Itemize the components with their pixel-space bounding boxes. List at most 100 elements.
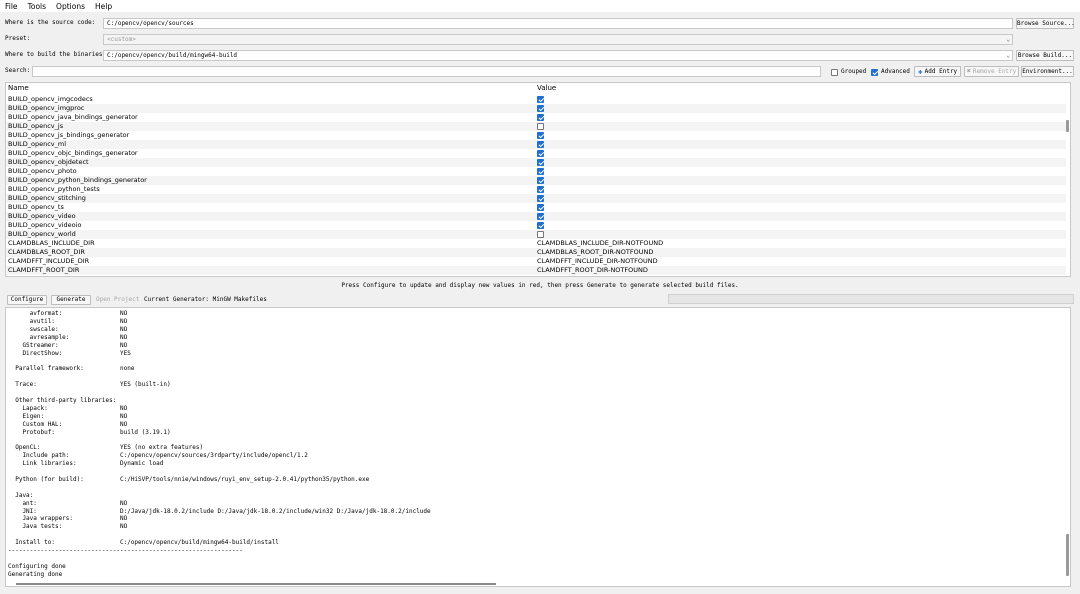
output-horizontal-scrollbar[interactable]	[16, 583, 496, 585]
remove-icon: ✖	[966, 67, 971, 75]
value-checkbox[interactable]	[537, 168, 544, 175]
row-name: BUILD_opencv_objdetect	[8, 158, 89, 166]
value-checkbox[interactable]	[537, 204, 544, 211]
browse-build-button[interactable]: Browse Build...	[1016, 50, 1074, 61]
grouped-checkbox-box[interactable]	[831, 68, 838, 76]
table-row[interactable]: BUILD_opencv_objdetect	[6, 158, 1066, 167]
configure-button[interactable]: Configure	[7, 295, 47, 305]
row-name: BUILD_opencv_python_bindings_generator	[8, 176, 147, 184]
value-checkbox[interactable]	[537, 105, 544, 112]
build-path-field[interactable]: C:/opencv/opencv/build/mingw64-build ⌄	[103, 50, 1013, 61]
table-row[interactable]: BUILD_opencv_video	[6, 212, 1066, 221]
output-line: ant: NO	[8, 499, 128, 507]
table-row[interactable]: BUILD_opencv_java_bindings_generator	[6, 113, 1066, 122]
value-checkbox[interactable]	[537, 123, 544, 130]
row-name: BUILD_opencv_world	[8, 230, 76, 238]
table-row[interactable]: BUILD_opencv_python_bindings_generator	[6, 176, 1066, 185]
search-input[interactable]	[32, 66, 821, 77]
output-line: Lapack: NO	[8, 404, 128, 412]
output-line: Python (for build): C:/HiSVP/tools/nnie/…	[8, 475, 370, 483]
column-header-name[interactable]: Name	[8, 83, 29, 93]
value-checkbox[interactable]	[537, 141, 544, 148]
table-row[interactable]: BUILD_opencv_imgproc	[6, 104, 1066, 113]
remove-entry-button[interactable]: ✖ Remove Entry	[964, 66, 1019, 77]
output-line: avutil: NO	[8, 317, 128, 325]
output-line: Eigen: NO	[8, 412, 128, 420]
output-line: Link libraries: Dynamic load	[8, 460, 164, 468]
table-scrollbar[interactable]	[1066, 120, 1069, 132]
row-value[interactable]: CLAMDFFT_INCLUDE_DIR-NOTFOUND	[537, 257, 658, 266]
table-row[interactable]: BUILD_opencv_js_bindings_generator	[6, 131, 1066, 140]
row-value[interactable]: CLAMDFFT_ROOT_DIR-NOTFOUND	[537, 266, 648, 275]
environment-button[interactable]: Environment...	[1021, 66, 1074, 77]
row-name: BUILD_opencv_photo	[8, 167, 77, 175]
chevron-down-icon: ⌄	[1006, 36, 1010, 43]
source-path-field[interactable]: C:/opencv/opencv/sources	[103, 18, 1013, 29]
value-checkbox[interactable]	[537, 222, 544, 229]
build-label: Where to build the binaries:	[5, 51, 107, 58]
output-line: Generating done	[8, 570, 63, 578]
row-name: CLAMDBLAS_ROOT_DIR	[8, 248, 85, 256]
value-checkbox[interactable]	[537, 195, 544, 202]
browse-source-button[interactable]: Browse Source...	[1016, 18, 1075, 29]
menu-bar: File Tools Options Help	[0, 0, 1080, 12]
table-row[interactable]: BUILD_opencv_ml	[6, 140, 1066, 149]
table-row[interactable]: BUILD_opencv_photo	[6, 167, 1066, 176]
output-log: avformat: NO avutil: NO swscale: NO avre…	[5, 307, 1071, 587]
output-line: swscale: NO	[8, 325, 128, 333]
value-checkbox[interactable]	[537, 96, 544, 103]
preset-dropdown[interactable]: <custom> ⌄	[103, 34, 1013, 45]
menu-tools[interactable]: Tools	[23, 0, 51, 12]
advanced-checkbox[interactable]: Advanced	[871, 67, 910, 77]
table-row[interactable]: CLAMDBLAS_INCLUDE_DIR CLAMDBLAS_INCLUDE_D…	[6, 239, 1066, 248]
row-name: BUILD_opencv_stitching	[8, 194, 86, 202]
cache-table: Name Value BUILD_opencv_imgcodecs BUILD_o…	[5, 82, 1071, 277]
output-line: Java tests: NO	[8, 523, 128, 531]
row-value[interactable]: CLAMDBLAS_INCLUDE_DIR-NOTFOUND	[537, 239, 663, 248]
preset-label: Preset:	[5, 35, 31, 42]
row-name: BUILD_opencv_imgproc	[8, 104, 85, 112]
table-row[interactable]: BUILD_opencv_stitching	[6, 194, 1066, 203]
value-checkbox[interactable]	[537, 186, 544, 193]
output-line: Other third-party libraries:	[8, 396, 117, 404]
table-row[interactable]: CLAMDFFT_ROOT_DIR CLAMDFFT_ROOT_DIR-NOTFO…	[6, 266, 1066, 275]
value-checkbox[interactable]	[537, 213, 544, 220]
add-entry-label: Add Entry	[924, 68, 958, 75]
value-checkbox[interactable]	[537, 132, 544, 139]
table-row[interactable]: CLAMDBLAS_ROOT_DIR CLAMDBLAS_ROOT_DIR-NOT…	[6, 248, 1066, 257]
output-line: Trace: YES (built-in)	[8, 381, 171, 389]
menu-file[interactable]: File	[0, 0, 23, 12]
table-row[interactable]: BUILD_opencv_world	[6, 230, 1066, 239]
value-checkbox[interactable]	[537, 231, 544, 238]
add-entry-button[interactable]: ✚ Add Entry	[914, 66, 961, 77]
output-line: OpenCL: YES (no extra features)	[8, 444, 204, 452]
generate-button[interactable]: Generate	[51, 295, 91, 305]
value-checkbox[interactable]	[537, 159, 544, 166]
menu-options[interactable]: Options	[51, 0, 90, 12]
table-row[interactable]: CLAMDFFT_INCLUDE_DIR CLAMDFFT_INCLUDE_DIR…	[6, 257, 1066, 266]
advanced-checkbox-box[interactable]	[871, 68, 878, 76]
column-header-value[interactable]: Value	[537, 83, 556, 93]
row-value[interactable]: CLAMDBLAS_ROOT_DIR-NOTFOUND	[537, 248, 653, 257]
table-row[interactable]: BUILD_opencv_python_tests	[6, 185, 1066, 194]
grouped-checkbox[interactable]: Grouped	[831, 67, 866, 77]
table-row[interactable]: BUILD_opencv_objc_bindings_generator	[6, 149, 1066, 158]
table-row[interactable]: BUILD_opencv_js	[6, 122, 1066, 131]
search-label: Search:	[5, 67, 31, 74]
row-name: BUILD_opencv_videoio	[8, 221, 82, 229]
table-row[interactable]: BUILD_opencv_videoio	[6, 221, 1066, 230]
row-name: BUILD_opencv_java_bindings_generator	[8, 113, 138, 121]
table-row[interactable]: BUILD_opencv_imgcodecs	[6, 95, 1066, 104]
value-checkbox[interactable]	[537, 114, 544, 121]
open-project-button[interactable]: Open Project	[95, 295, 140, 305]
row-name: BUILD_opencv_js_bindings_generator	[8, 131, 130, 139]
output-vertical-scrollbar[interactable]	[1066, 534, 1069, 576]
row-name: CLAMDFFT_INCLUDE_DIR	[8, 257, 90, 265]
table-row[interactable]: BUILD_opencv_ts	[6, 203, 1066, 212]
progress-bar	[668, 294, 1074, 304]
output-line: Configuring done	[8, 562, 66, 570]
menu-help[interactable]: Help	[90, 0, 117, 12]
value-checkbox[interactable]	[537, 150, 544, 157]
status-message: Press Configure to update and display ne…	[341, 282, 739, 289]
value-checkbox[interactable]	[537, 177, 544, 184]
